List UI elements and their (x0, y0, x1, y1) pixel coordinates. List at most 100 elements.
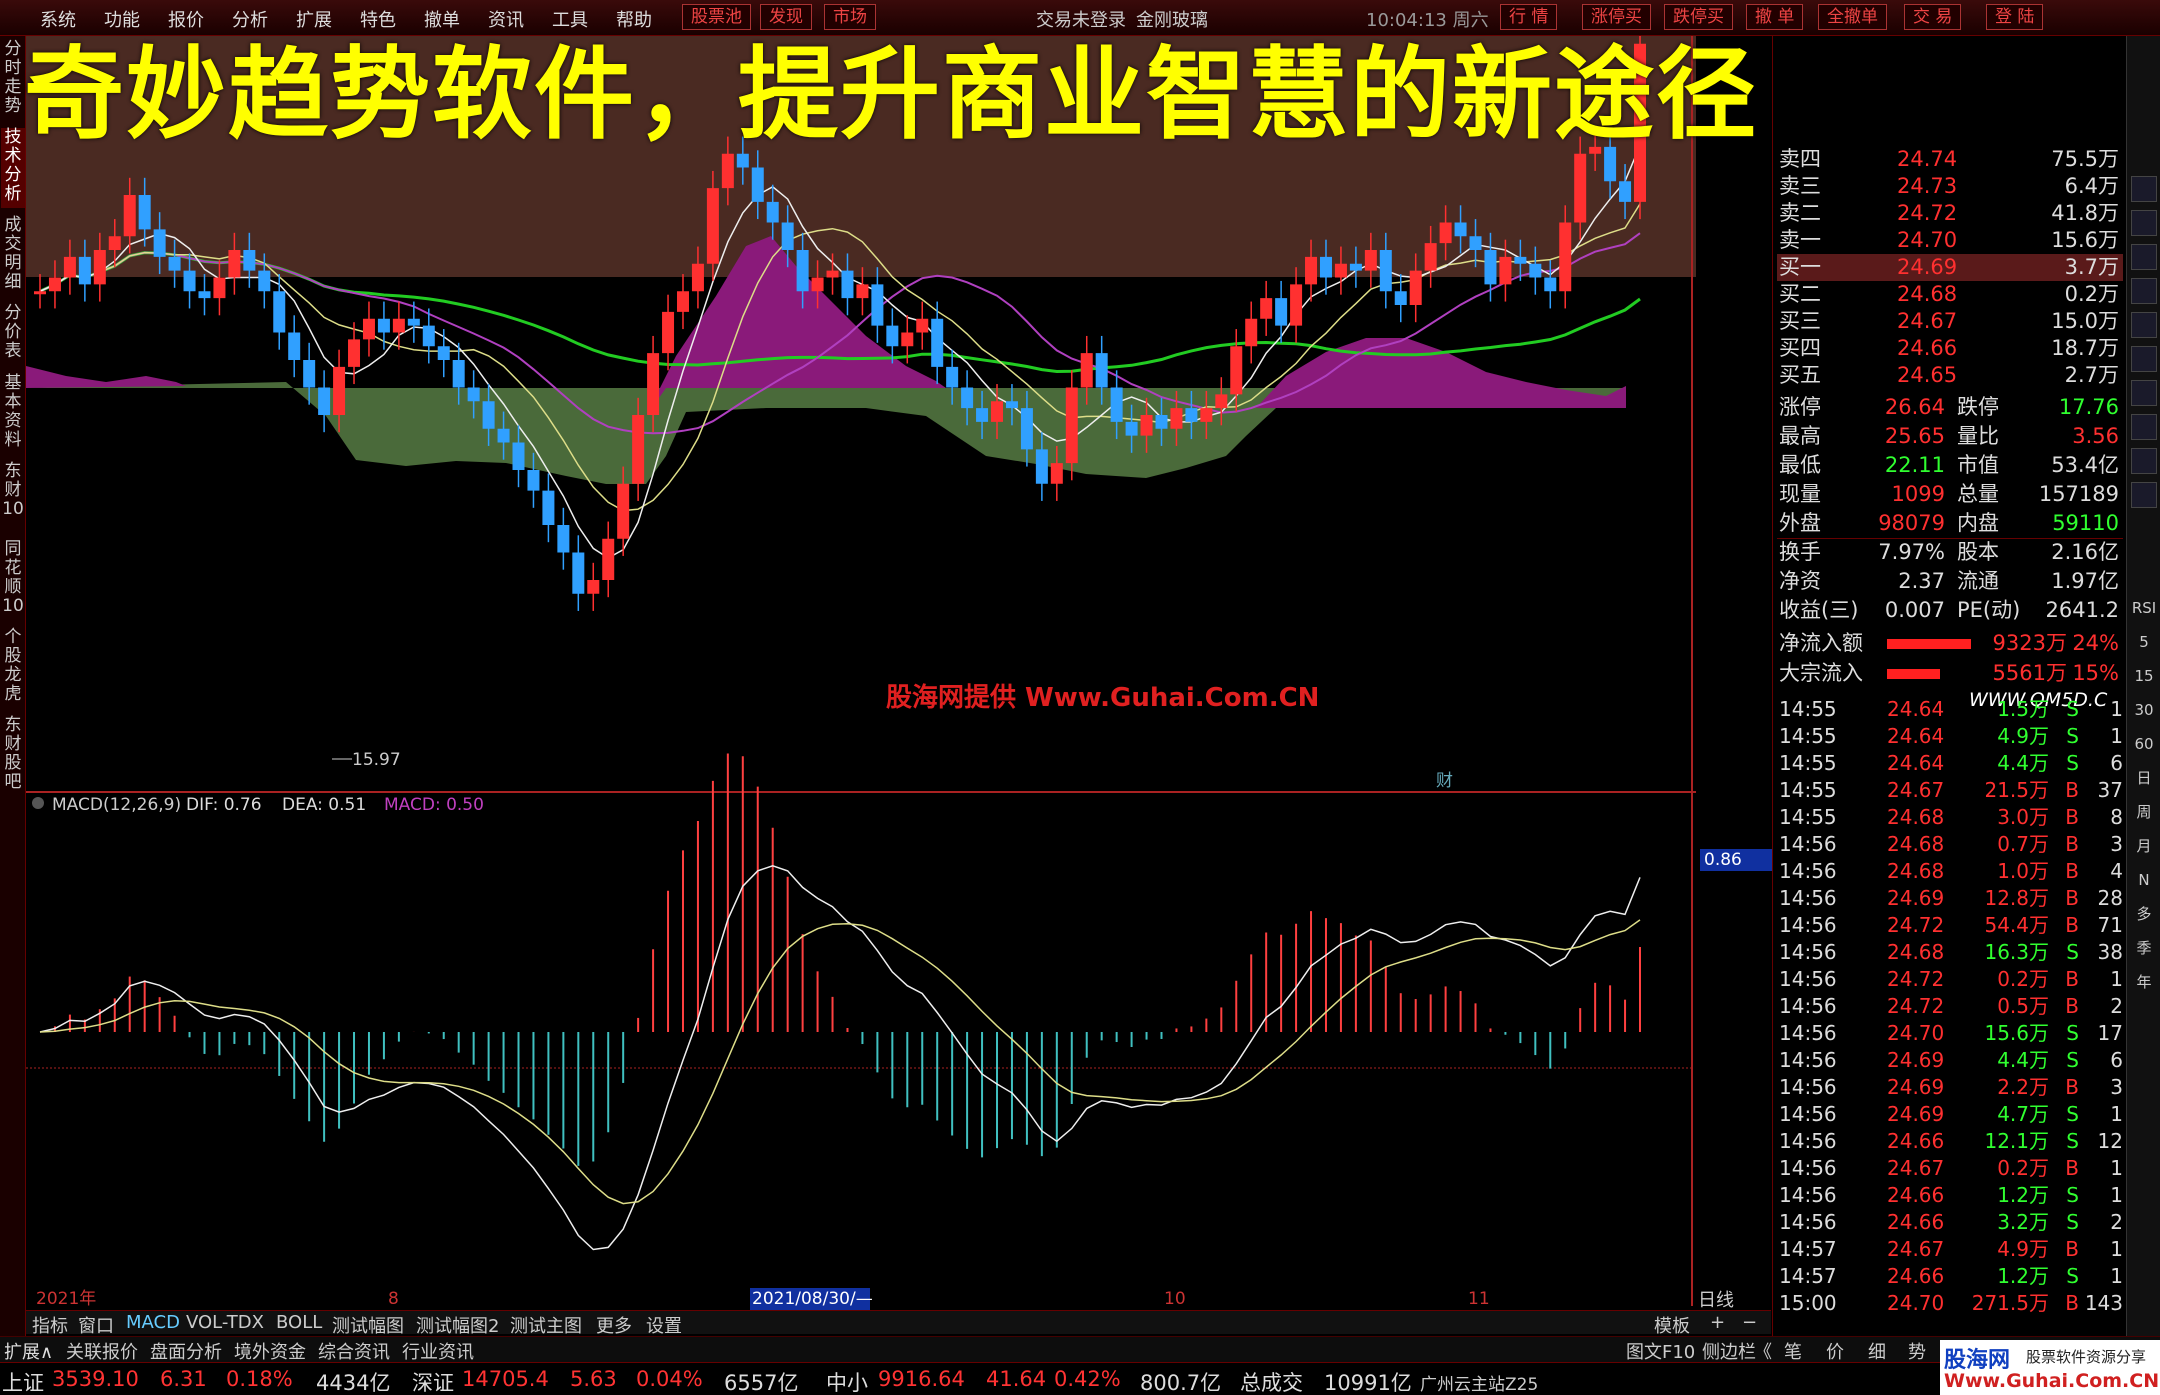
menu-info[interactable]: 资讯 (488, 6, 524, 32)
trend-tab[interactable]: 势 (1908, 1338, 1926, 1364)
market-analysis-tab[interactable]: 盘面分析 (150, 1338, 222, 1364)
f10-button[interactable]: 图文F10 (1626, 1338, 1695, 1364)
date-axis-aug: 8 (388, 1289, 399, 1309)
tab-intraday[interactable]: 分时走势 (1, 40, 25, 120)
collapse-button[interactable]: 《 (1754, 1338, 1772, 1364)
menu-quote[interactable]: 报价 (168, 6, 204, 32)
order-book-row[interactable]: 买一 24.69 3.7万 (1777, 254, 2123, 281)
order-book-row[interactable]: 卖一 24.70 15.6万 (1777, 227, 2123, 254)
sidebar-button[interactable]: 侧边栏 (1702, 1338, 1756, 1364)
toolbar-icon[interactable] (2131, 346, 2157, 372)
tick-volume: 4.9万 (1997, 1237, 2049, 1261)
period-5[interactable]: 日 (2131, 766, 2157, 792)
candle-body (1245, 318, 1258, 347)
menu-cancel-order[interactable]: 撤单 (424, 6, 460, 32)
related-quote-tab[interactable]: 关联报价 (66, 1338, 138, 1364)
tab-eastmoney10[interactable]: 东财10 (1, 462, 25, 532)
order-book-row[interactable]: 买三 24.67 15.0万 (1777, 308, 2123, 335)
cancel-all-button[interactable]: 全撤单 (1818, 4, 1887, 30)
toolbar-icon[interactable] (2131, 414, 2157, 440)
foreign-capital-tab[interactable]: 境外资金 (234, 1338, 306, 1364)
order-book-row[interactable]: 买五 24.65 2.7万 (1777, 362, 2123, 389)
period-7[interactable]: 月 (2131, 834, 2157, 860)
tab-boll[interactable]: BOLL (276, 1312, 322, 1333)
period-label[interactable]: 日线 (1698, 1286, 1734, 1312)
tab-settings[interactable]: 设置 (646, 1312, 682, 1338)
toolbar-icon[interactable] (2131, 210, 2157, 236)
tab-more[interactable]: 更多 (596, 1312, 632, 1338)
tick-count: 1 (2110, 697, 2123, 721)
menu-system[interactable]: 系统 (40, 6, 76, 32)
tab-ths10[interactable]: 同花顺10 (1, 540, 25, 620)
tab-test-sub2[interactable]: 测试幅图2 (416, 1312, 499, 1338)
limit-up-buy-button[interactable]: 涨停买 (1582, 4, 1651, 30)
cancel-button[interactable]: 撤 单 (1746, 4, 1804, 30)
tab-test-sub1[interactable]: 测试幅图 (332, 1312, 404, 1338)
order-book-row[interactable]: 卖四 24.74 75.5万 (1777, 146, 2123, 173)
tab-eastmoney-forum[interactable]: 东财股吧 (1, 716, 25, 796)
menu-tools[interactable]: 工具 (552, 6, 588, 32)
menu-extend[interactable]: 扩展 (296, 6, 332, 32)
tab-fundamentals[interactable]: 基本资料 (1, 374, 25, 454)
quote-label: 净资 (1779, 569, 1821, 593)
period-1[interactable]: 5 (2131, 630, 2157, 656)
toolbar-icon[interactable] (2131, 278, 2157, 304)
order-book-row[interactable]: 卖二 24.72 41.8万 (1777, 200, 2123, 227)
period-4[interactable]: 60 (2131, 732, 2157, 758)
period-10[interactable]: 季 (2131, 936, 2157, 962)
candle-body (1200, 408, 1213, 422)
toolbar-icon[interactable] (2131, 448, 2157, 474)
period-0[interactable]: RSI (2131, 596, 2157, 622)
menu-function[interactable]: 功能 (104, 6, 140, 32)
stock-pool-button[interactable]: 股票池 (682, 4, 751, 30)
tab-indicator[interactable]: 指标 (32, 1312, 68, 1338)
sh-label[interactable]: 上证 (2, 1367, 44, 1395)
tab-window[interactable]: 窗口 (78, 1312, 114, 1338)
toolbar-icon[interactable] (2131, 482, 2157, 508)
quote-button[interactable]: 行 情 (1500, 4, 1558, 30)
zoom-in-button[interactable]: + (1710, 1312, 1725, 1333)
toolbar-icon[interactable] (2131, 380, 2157, 406)
tab-dragon-tiger[interactable]: 个股龙虎 (1, 628, 25, 708)
extend-toggle[interactable]: 扩展∧ (4, 1338, 53, 1364)
market-button[interactable]: 市场 (824, 4, 876, 30)
ticks-tab[interactable]: 笔 (1784, 1338, 1802, 1364)
discover-button[interactable]: 发现 (760, 4, 812, 30)
toolbar-icon[interactable] (2131, 176, 2157, 202)
price-tab[interactable]: 价 (1826, 1338, 1844, 1364)
tab-macd[interactable]: MACD (126, 1312, 180, 1333)
period-6[interactable]: 周 (2131, 800, 2157, 826)
tab-vol-tdx[interactable]: VOL-TDX (186, 1312, 264, 1333)
zoom-out-button[interactable]: − (1742, 1312, 1757, 1333)
toolbar-icon[interactable] (2131, 244, 2157, 270)
news-tab[interactable]: 综合资讯 (318, 1338, 390, 1364)
menu-help[interactable]: 帮助 (616, 6, 652, 32)
sz-label[interactable]: 深证 (412, 1367, 454, 1395)
tab-test-main[interactable]: 测试主图 (510, 1312, 582, 1338)
order-book-row[interactable]: 买四 24.66 18.7万 (1777, 335, 2123, 362)
limit-down-buy-button[interactable]: 跌停买 (1664, 4, 1733, 30)
industry-news-tab[interactable]: 行业资讯 (402, 1338, 474, 1364)
order-book-row[interactable]: 卖三 24.73 6.4万 (1777, 173, 2123, 200)
login-button[interactable]: 登 陆 (1986, 4, 2044, 30)
candle-body (422, 325, 435, 347)
detail-tab[interactable]: 细 (1868, 1338, 1886, 1364)
tab-technical[interactable]: 技术分析 (1, 128, 25, 208)
template-button[interactable]: 模板 (1654, 1312, 1690, 1338)
tab-price-table[interactable]: 分价表 (1, 304, 25, 366)
order-book-row[interactable]: 买二 24.68 0.2万 (1777, 281, 2123, 308)
period-2[interactable]: 15 (2131, 664, 2157, 690)
period-8[interactable]: N (2131, 868, 2157, 894)
period-3[interactable]: 30 (2131, 698, 2157, 724)
tab-trade-detail[interactable]: 成交明细 (1, 216, 25, 296)
period-9[interactable]: 多 (2131, 902, 2157, 928)
toolbar-icon[interactable] (2131, 312, 2157, 338)
trade-button[interactable]: 交 易 (1904, 4, 1962, 30)
candle-body (1529, 263, 1542, 278)
kline-chart[interactable]: 15.97 股海网提供 Www.Guhai.Com.CN 财 MACD(12,2… (26, 36, 1696, 1316)
zx-label[interactable]: 中小 (826, 1367, 868, 1395)
period-11[interactable]: 年 (2131, 970, 2157, 996)
menu-analysis[interactable]: 分析 (232, 6, 268, 32)
candle-body (1319, 256, 1332, 278)
menu-feature[interactable]: 特色 (360, 6, 396, 32)
